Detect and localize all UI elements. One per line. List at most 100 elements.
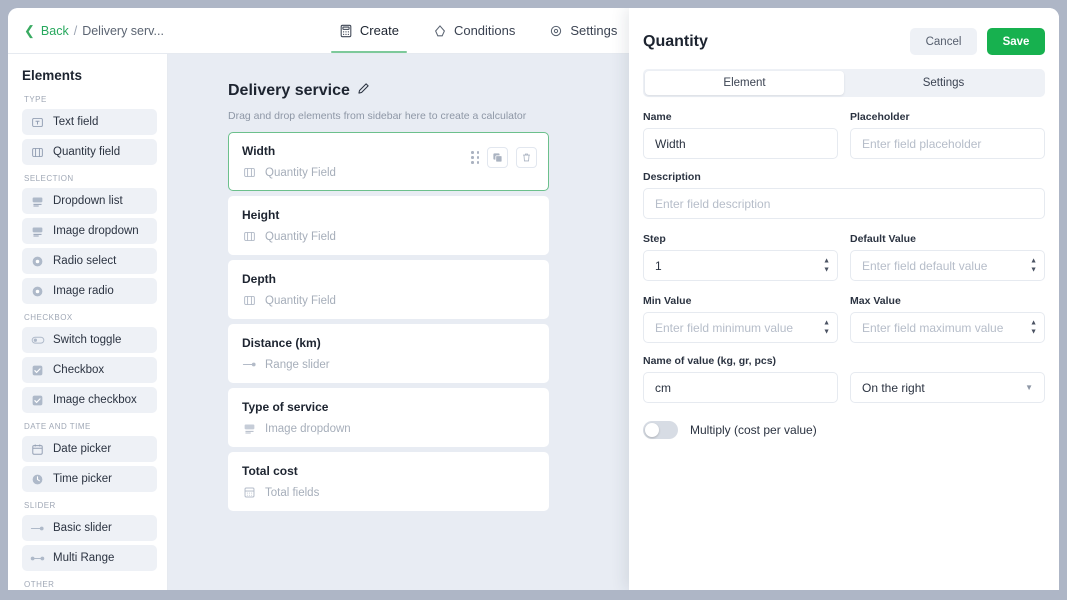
caret-down-icon[interactable]: ▼	[823, 267, 830, 273]
basic-slider-icon	[30, 521, 45, 536]
caret-up-icon[interactable]: ▲	[1030, 320, 1037, 326]
row-name-placeholder: Name Width Placeholder Enter field place…	[643, 111, 1045, 159]
step-input[interactable]: 1 ▲▼	[643, 250, 838, 281]
sidebar-group-type: TYPE Text field Quantity field	[22, 95, 157, 165]
field-unit-name: Name of value (kg, gr, pcs) cm	[643, 355, 838, 403]
back-link[interactable]: Back	[41, 24, 69, 38]
cancel-button[interactable]: Cancel	[910, 28, 977, 55]
max-value-input[interactable]: Enter field maximum value ▲▼	[850, 312, 1045, 343]
card-type-label: Range slider	[265, 359, 330, 371]
sidebar-item-image-dropdown[interactable]: Image dropdown	[22, 218, 157, 244]
default-value-input[interactable]: Enter field default value ▲▼	[850, 250, 1045, 281]
sidebar-group-label: SLIDER	[24, 501, 157, 510]
field-min-value: Min Value Enter field minimum value ▲▼	[643, 295, 838, 343]
max-value-placeholder: Enter field maximum value	[862, 321, 1003, 335]
sidebar-item-label: Checkbox	[53, 364, 104, 376]
step-stepper[interactable]: ▲▼	[823, 258, 830, 273]
max-value-stepper[interactable]: ▲▼	[1030, 320, 1037, 335]
save-button[interactable]: Save	[987, 28, 1045, 55]
multiply-toggle[interactable]	[643, 421, 678, 439]
caret-down-icon[interactable]: ▼	[1030, 267, 1037, 273]
caret-down-icon[interactable]: ▼	[823, 329, 830, 335]
description-input[interactable]: Enter field description	[643, 188, 1045, 219]
delete-icon[interactable]	[516, 147, 537, 168]
sidebar-item-basic-slider[interactable]: Basic slider	[22, 515, 157, 541]
switch-toggle-icon	[30, 333, 45, 348]
sidebar-item-label: Time picker	[53, 473, 112, 485]
image-dropdown-icon	[242, 421, 257, 436]
text-field-icon	[30, 115, 45, 130]
default-value-stepper[interactable]: ▲▼	[1030, 258, 1037, 273]
sidebar-item-checkbox[interactable]: Checkbox	[22, 357, 157, 383]
card-type-label: Quantity Field	[265, 167, 336, 179]
element-card-distance[interactable]: Distance (km) Range slider	[228, 324, 549, 383]
sidebar-item-time-picker[interactable]: Time picker	[22, 466, 157, 492]
panel-buttons: Cancel Save	[910, 28, 1045, 55]
sidebar-item-label: Text field	[53, 116, 98, 128]
placeholder-input[interactable]: Enter field placeholder	[850, 128, 1045, 159]
tab-settings-label: Settings	[570, 23, 617, 38]
drag-handle-icon[interactable]	[471, 151, 479, 164]
sidebar-item-label: Dropdown list	[53, 195, 123, 207]
sidebar-item-dropdown-list[interactable]: Dropdown list	[22, 188, 157, 214]
unit-name-input[interactable]: cm	[643, 372, 838, 403]
min-value-stepper[interactable]: ▲▼	[823, 320, 830, 335]
min-value-input[interactable]: Enter field minimum value ▲▼	[643, 312, 838, 343]
caret-up-icon[interactable]: ▲	[823, 320, 830, 326]
unit-position-value: On the right	[862, 381, 925, 395]
element-card-depth[interactable]: Depth Quantity Field	[228, 260, 549, 319]
caret-up-icon[interactable]: ▲	[823, 258, 830, 264]
card-type-label: Quantity Field	[265, 231, 336, 243]
element-card-type-of-service[interactable]: Type of service Image dropdown	[228, 388, 549, 447]
card-subtitle: Image dropdown	[242, 421, 535, 436]
field-name: Name Width	[643, 111, 838, 159]
field-label: Step	[643, 233, 838, 245]
pencil-icon[interactable]	[357, 82, 370, 100]
duplicate-icon[interactable]	[487, 147, 508, 168]
sidebar-group-date-and-time: DATE AND TIME Date picker Time picker	[22, 422, 157, 492]
gear-icon	[549, 24, 563, 38]
basic-slider-icon	[242, 357, 257, 372]
sidebar-item-switch-toggle[interactable]: Switch toggle	[22, 327, 157, 353]
row-multiply: Multiply (cost per value)	[643, 421, 1045, 439]
element-card-total-cost[interactable]: Total cost Total fields	[228, 452, 549, 511]
field-label: Max Value	[850, 295, 1045, 307]
tab-settings[interactable]: Settings	[532, 8, 634, 53]
elements-sidebar: Elements TYPE Text field Quantity field …	[8, 54, 168, 590]
sidebar-group-slider: SLIDER Basic slider Multi Range	[22, 501, 157, 571]
card-title: Depth	[242, 272, 535, 286]
tab-create[interactable]: Create	[322, 8, 416, 53]
dropdown-list-icon	[30, 194, 45, 209]
image-dropdown-icon	[30, 224, 45, 239]
sidebar-item-image-radio[interactable]: Image radio	[22, 278, 157, 304]
quantity-field-icon	[242, 165, 257, 180]
sidebar-item-image-checkbox[interactable]: Image checkbox	[22, 387, 157, 413]
field-unit-position: On the right ▼	[850, 372, 1045, 403]
breadcrumb[interactable]: ❮ Back / Delivery serv...	[8, 8, 180, 53]
sidebar-item-label: Multi Range	[53, 552, 114, 564]
tab-element[interactable]: Element	[645, 71, 844, 95]
row-min-max: Min Value Enter field minimum value ▲▼ M…	[643, 295, 1045, 343]
clock-icon	[30, 472, 45, 487]
panel-tabs: Element Settings	[643, 69, 1045, 97]
chevron-down-icon[interactable]: ▼	[1025, 383, 1033, 392]
caret-up-icon[interactable]: ▲	[1030, 258, 1037, 264]
field-placeholder: Placeholder Enter field placeholder	[850, 111, 1045, 159]
sidebar-item-multi-range[interactable]: Multi Range	[22, 545, 157, 571]
sidebar-item-radio-select[interactable]: Radio select	[22, 248, 157, 274]
tab-element-settings[interactable]: Settings	[844, 71, 1043, 95]
element-card-width[interactable]: Width Quantity Field	[228, 132, 549, 191]
unit-position-select[interactable]: On the right ▼	[850, 372, 1045, 403]
card-subtitle: Quantity Field	[242, 229, 535, 244]
sidebar-item-text-field[interactable]: Text field	[22, 109, 157, 135]
tab-conditions[interactable]: Conditions	[416, 8, 532, 53]
radio-icon	[30, 254, 45, 269]
caret-down-icon[interactable]: ▼	[1030, 329, 1037, 335]
element-card-height[interactable]: Height Quantity Field	[228, 196, 549, 255]
field-label: Placeholder	[850, 111, 1045, 123]
panel-title: Quantity	[643, 33, 708, 51]
sidebar-item-date-picker[interactable]: Date picker	[22, 436, 157, 462]
sidebar-item-quantity-field[interactable]: Quantity field	[22, 139, 157, 165]
tab-conditions-label: Conditions	[454, 23, 515, 38]
name-input[interactable]: Width	[643, 128, 838, 159]
